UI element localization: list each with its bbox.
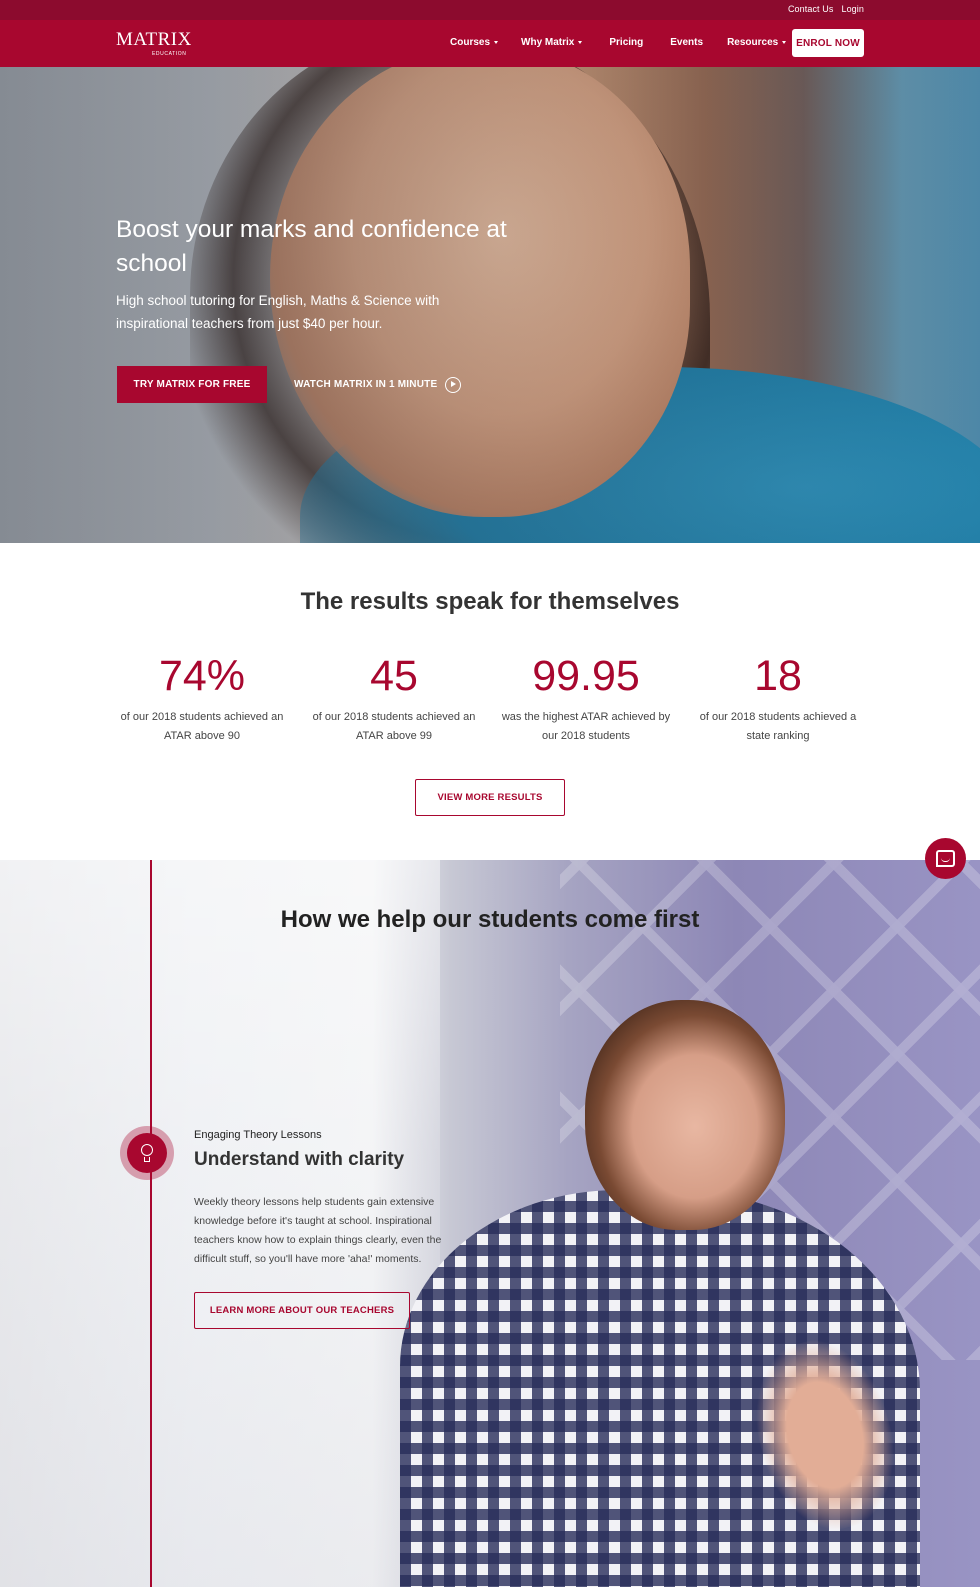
matrix-logo[interactable]: MATRIX EDUCATION xyxy=(116,29,192,58)
nav-item-label: Events xyxy=(670,37,704,48)
stat-value: 45 xyxy=(370,652,418,700)
try-free-button[interactable]: TRY MATRIX FOR FREE xyxy=(117,366,267,403)
chevron-down-icon xyxy=(782,41,787,44)
hero-subtitle: High school tutoring for English, Maths … xyxy=(116,293,440,331)
nav-item-why-matrix[interactable]: Why Matrix xyxy=(521,37,583,48)
lightbulb-base xyxy=(144,1156,150,1162)
chevron-down-icon xyxy=(578,41,583,44)
stat-description: of our 2018 students achieved an ATAR ab… xyxy=(120,711,284,742)
stat-item: 99.95 was the highest ATAR achieved by o… xyxy=(501,651,671,746)
results-section: The results speak for themselves 74% of … xyxy=(0,543,980,860)
main-navbar: MATRIX EDUCATION Courses Why Matrix Pric… xyxy=(0,20,980,67)
feature-title: Understand with clarity xyxy=(194,1149,405,1170)
utility-links: Contact Us Login xyxy=(788,4,864,14)
chat-launcher-button[interactable] xyxy=(925,838,966,879)
nav-item-label: Why Matrix xyxy=(521,37,575,48)
watch-video-link[interactable]: WATCH MATRIX IN 1 MINUTE xyxy=(294,371,462,398)
utility-bar: Contact Us Login xyxy=(0,0,980,20)
chevron-down-icon xyxy=(494,41,499,44)
lightbulb-icon-badge xyxy=(127,1133,167,1173)
nav-item-resources[interactable]: Resources xyxy=(727,37,787,48)
stat-item: 74% of our 2018 students achieved an ATA… xyxy=(117,651,287,746)
nav-item-courses[interactable]: Courses xyxy=(450,37,499,48)
stat-value: 18 xyxy=(754,652,802,700)
nav-item-label: Pricing xyxy=(609,37,644,48)
nav-item-events[interactable]: Events xyxy=(670,37,703,48)
stat-description: was the highest ATAR achieved by our 201… xyxy=(501,711,671,742)
contact-us-link[interactable]: Contact Us xyxy=(788,4,834,14)
enrol-now-button[interactable]: ENROL NOW xyxy=(792,29,864,57)
logo-subtitle: EDUCATION xyxy=(152,51,187,57)
timeline-line xyxy=(150,860,152,1587)
stat-item: 18 of our 2018 students achieved a state… xyxy=(693,651,863,746)
teacher-photo-head xyxy=(585,1000,785,1230)
how-we-help-section: How we help our students come first Enga… xyxy=(0,860,980,1587)
view-more-results-button[interactable]: VIEW MORE RESULTS xyxy=(415,779,565,816)
chat-bubble-icon xyxy=(936,850,955,867)
nav-item-pricing[interactable]: Pricing xyxy=(609,37,643,48)
feature-kicker: Engaging Theory Lessons xyxy=(194,1129,322,1141)
lightbulb-glass xyxy=(141,1143,153,1156)
hero-section: Boost your marks and confidence at schoo… xyxy=(0,67,980,543)
learn-more-teachers-button[interactable]: LEARN MORE ABOUT OUR TEACHERS xyxy=(194,1292,410,1329)
stat-description: of our 2018 students achieved an ATAR ab… xyxy=(312,711,476,742)
stat-description: of our 2018 students achieved a state ra… xyxy=(699,711,857,742)
watch-video-label: WATCH MATRIX IN 1 MINUTE xyxy=(294,379,438,390)
hero-title: Boost your marks and confidence at schoo… xyxy=(116,216,507,277)
nav-item-label: Courses xyxy=(450,37,491,48)
stat-item: 45 of our 2018 students achieved an ATAR… xyxy=(309,651,479,746)
nav-menu: Courses Why Matrix Pricing Events Resour… xyxy=(450,37,787,48)
login-link[interactable]: Login xyxy=(841,4,864,14)
nav-item-label: Resources xyxy=(727,37,779,48)
lightbulb-icon xyxy=(120,1126,174,1180)
results-title: The results speak for themselves xyxy=(300,588,680,615)
stat-value: 74% xyxy=(158,652,246,700)
lightbulb-glyph xyxy=(140,1143,154,1163)
stat-value: 99.95 xyxy=(532,652,640,700)
play-circle-icon xyxy=(445,376,462,393)
feature-description: Weekly theory lessons help students gain… xyxy=(194,1196,442,1265)
logo-wordmark: MATRIX xyxy=(116,29,192,50)
how-we-help-title: How we help our students come first xyxy=(280,906,700,933)
